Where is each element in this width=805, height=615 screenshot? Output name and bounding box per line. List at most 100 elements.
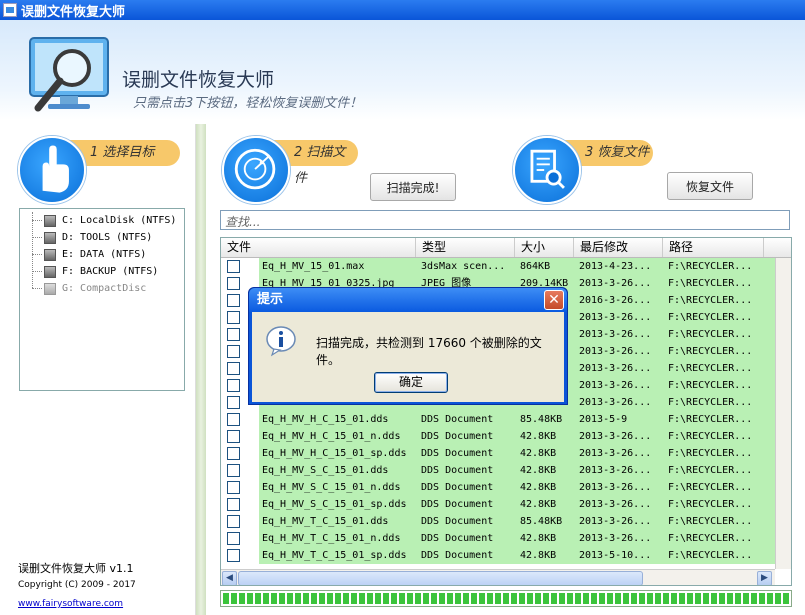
progress-fill — [223, 593, 789, 604]
cell-path: F:\RECYCLER... — [665, 343, 766, 360]
row-checkbox[interactable] — [221, 411, 259, 428]
cell-modified: 2013-3-26... — [576, 496, 665, 513]
vertical-scrollbar[interactable] — [775, 258, 791, 569]
cell-modified: 2013-3-26... — [576, 275, 665, 292]
cell-path: F:\RECYCLER... — [665, 428, 766, 445]
column-extra[interactable] — [764, 238, 791, 257]
drive-tree[interactable]: C: LocalDisk (NTFS) D: TOOLS (NTFS) E: D… — [19, 208, 185, 391]
document-search-icon — [513, 136, 581, 204]
cell-modified: 2013-5-9 — [576, 411, 665, 428]
cell-modified: 2013-3-26... — [576, 513, 665, 530]
recover-button[interactable]: 恢复文件 — [667, 172, 753, 200]
window-title: 误删文件恢复大师 — [21, 4, 126, 20]
cell-modified: 2013-3-26... — [576, 326, 665, 343]
row-checkbox[interactable] — [221, 258, 259, 275]
cell-name: Eq_H_MV_S_C_15_01.dds — [259, 462, 418, 479]
cell-path: F:\RECYCLER... — [665, 547, 766, 564]
cell-path: F:\RECYCLER... — [665, 411, 766, 428]
tree-item-drive-g[interactable]: G: CompactDisc — [32, 280, 184, 297]
cell-type: DDS Document — [418, 479, 517, 496]
cell-size: 42.8KB — [517, 462, 576, 479]
cell-modified: 2016-3-26... — [576, 292, 665, 309]
monitor-magnifier-icon — [29, 37, 109, 112]
cell-path: F:\RECYCLER... — [665, 445, 766, 462]
dialog-title: 提示 — [249, 288, 567, 312]
cell-size: 85.48KB — [517, 411, 576, 428]
cell-modified: 2013-3-26... — [576, 530, 665, 547]
table-row[interactable]: Eq_H_MV_H_C_15_01_n.dds DDS Document 42.8K… — [221, 428, 791, 445]
cell-path: F:\RECYCLER... — [665, 377, 766, 394]
cell-type: DDS Document — [418, 530, 517, 547]
table-row[interactable]: Eq_H_MV_T_C_15_01_n.dds DDS Document 42.8K… — [221, 530, 791, 547]
cell-modified: 2013-5-10... — [576, 547, 665, 564]
tree-item-drive-c[interactable]: C: LocalDisk (NTFS) — [32, 212, 184, 229]
cell-type: DDS Document — [418, 428, 517, 445]
table-row[interactable]: Eq_H_MV_S_C_15_01.dds DDS Document 42.8KB 2… — [221, 462, 791, 479]
tree-item-drive-d[interactable]: D: TOOLS (NTFS) — [32, 229, 184, 246]
cell-path: F:\RECYCLER... — [665, 479, 766, 496]
scroll-right-icon[interactable]: ▶ — [757, 571, 772, 585]
cell-size: 864KB — [517, 258, 576, 275]
cell-path: F:\RECYCLER... — [665, 275, 766, 292]
cell-size: 42.8KB — [517, 445, 576, 462]
dialog-body: 扫描完成，共检测到 17660 个被删除的文件。 确定 — [252, 312, 564, 402]
app-title: 误删文件恢复大师 — [122, 69, 275, 91]
cell-modified: 2013-3-26... — [576, 445, 665, 462]
column-type[interactable]: 类型 — [416, 238, 515, 257]
cell-type: DDS Document — [418, 411, 517, 428]
cell-modified: 2013-3-26... — [576, 309, 665, 326]
horizontal-scrollbar[interactable]: ◀ ▶ — [221, 569, 775, 585]
column-size[interactable]: 大小 — [515, 238, 574, 257]
product-version: 误删文件恢复大师 v1.1 — [18, 562, 134, 575]
row-checkbox[interactable] — [221, 445, 259, 462]
tree-item-drive-f[interactable]: F: BACKUP (NTFS) — [32, 263, 184, 280]
cell-name: Eq_H_MV_T_C_15_01_n.dds — [259, 530, 418, 547]
row-checkbox[interactable] — [221, 428, 259, 445]
scan-button[interactable]: 扫描完成! — [370, 173, 456, 201]
hand-icon — [18, 136, 86, 204]
table-row[interactable]: Eq_H_MV_T_C_15_01_sp.dds DDS Document 42.8… — [221, 547, 791, 564]
table-row[interactable]: Eq_H_MV_H_C_15_01_sp.dds DDS Document 42.8… — [221, 445, 791, 462]
search-input[interactable]: 查找... — [220, 210, 790, 230]
column-file[interactable]: 文件 — [221, 238, 416, 257]
app-slogan: 只需点击3下按钮，轻松恢复误删文件！ — [133, 96, 363, 111]
cell-path: F:\RECYCLER... — [665, 394, 766, 411]
notice-dialog: 提示 ✕ 扫描完成，共检测到 17660 个被删除的文件。 确定 — [248, 287, 568, 405]
cd-icon — [44, 282, 56, 295]
disk-icon — [44, 248, 56, 261]
website-link[interactable]: www.fairysoftware.com — [18, 599, 123, 609]
cell-path: F:\RECYCLER... — [665, 462, 766, 479]
cell-name: Eq_H_MV_15_01.max — [259, 258, 418, 275]
row-checkbox[interactable] — [221, 479, 259, 496]
table-row[interactable]: Eq_H_MV_S_C_15_01_n.dds DDS Document 42.8K… — [221, 479, 791, 496]
table-row[interactable]: Eq_H_MV_H_C_15_01.dds DDS Document 85.48KB… — [221, 411, 791, 428]
scroll-left-icon[interactable]: ◀ — [222, 571, 237, 585]
disk-icon — [44, 265, 56, 278]
table-row[interactable]: Eq_H_MV_S_C_15_01_sp.dds DDS Document 42.8… — [221, 496, 791, 513]
column-modified[interactable]: 最后修改 — [574, 238, 663, 257]
cell-name: Eq_H_MV_T_C_15_01_sp.dds — [259, 547, 418, 564]
cell-name: Eq_H_MV_S_C_15_01_sp.dds — [259, 496, 418, 513]
cell-size: 85.48KB — [517, 513, 576, 530]
row-checkbox[interactable] — [221, 530, 259, 547]
cell-modified: 2013-3-26... — [576, 462, 665, 479]
file-list-header: 文件 类型 大小 最后修改 路径 — [221, 238, 791, 258]
pane-separator[interactable] — [196, 124, 206, 615]
row-checkbox[interactable] — [221, 462, 259, 479]
cell-path: F:\RECYCLER... — [665, 360, 766, 377]
column-path[interactable]: 路径 — [663, 238, 764, 257]
cell-type: DDS Document — [418, 513, 517, 530]
scroll-thumb[interactable] — [238, 571, 643, 585]
table-row[interactable]: Eq_H_MV_15_01.max 3dsMax scen... 864KB 2013… — [221, 258, 791, 275]
tree-item-drive-e[interactable]: E: DATA (NTFS) — [32, 246, 184, 263]
row-checkbox[interactable] — [221, 513, 259, 530]
cell-size: 42.8KB — [517, 530, 576, 547]
row-checkbox[interactable] — [221, 547, 259, 564]
ok-button[interactable]: 确定 — [374, 372, 448, 393]
cell-modified: 2013-3-26... — [576, 377, 665, 394]
row-checkbox[interactable] — [221, 496, 259, 513]
table-row[interactable]: Eq_H_MV_T_C_15_01.dds DDS Document 85.48KB… — [221, 513, 791, 530]
cell-path: F:\RECYCLER... — [665, 496, 766, 513]
cell-path: F:\RECYCLER... — [665, 292, 766, 309]
close-icon[interactable]: ✕ — [544, 290, 564, 310]
